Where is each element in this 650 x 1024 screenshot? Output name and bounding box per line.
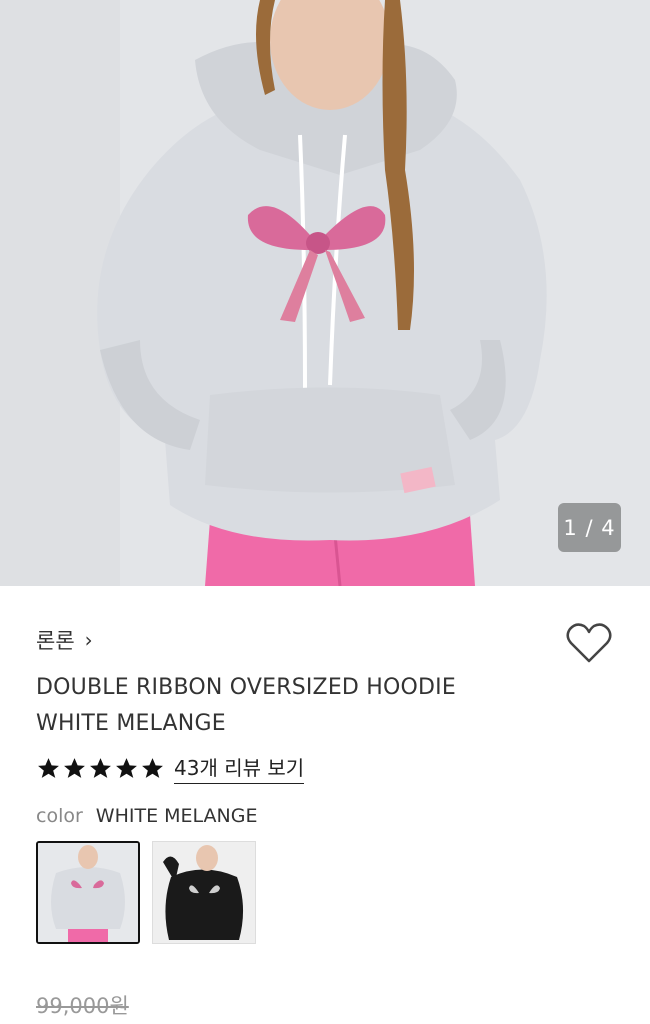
product-photo — [0, 0, 650, 586]
brand-link[interactable]: 론론 › — [36, 625, 93, 655]
product-title-line1: DOUBLE RIBBON OVERSIZED HOODIE — [36, 675, 456, 700]
rating-row: 43개 리뷰 보기 — [36, 752, 305, 784]
star-icon — [116, 757, 137, 778]
swatch-thumbnail — [38, 843, 138, 942]
color-label: color — [36, 805, 83, 827]
star-icon — [142, 757, 163, 778]
image-pager: 1 / 4 — [558, 503, 621, 552]
star-icon — [90, 757, 111, 778]
chevron-right-icon: › — [84, 628, 93, 652]
star-icon — [64, 757, 85, 778]
review-link[interactable]: 43개 리뷰 보기 — [174, 752, 305, 784]
color-row: color WHITE MELANGE — [36, 805, 257, 827]
star-rating — [36, 756, 165, 781]
color-swatch-black[interactable] — [152, 841, 256, 944]
color-value: WHITE MELANGE — [95, 805, 258, 827]
original-price: 99,000원 — [36, 994, 129, 1018]
product-image-gallery[interactable]: 1 / 4 — [0, 0, 650, 586]
swatch-thumbnail — [153, 842, 255, 943]
product-title: DOUBLE RIBBON OVERSIZED HOODIE WHITE MEL… — [36, 670, 516, 742]
brand-name: 론론 — [36, 629, 75, 653]
heart-icon[interactable] — [566, 622, 612, 664]
star-icon — [38, 757, 59, 778]
product-title-line2: WHITE MELANGE — [36, 711, 226, 736]
color-swatch-white-melange[interactable] — [36, 841, 140, 944]
